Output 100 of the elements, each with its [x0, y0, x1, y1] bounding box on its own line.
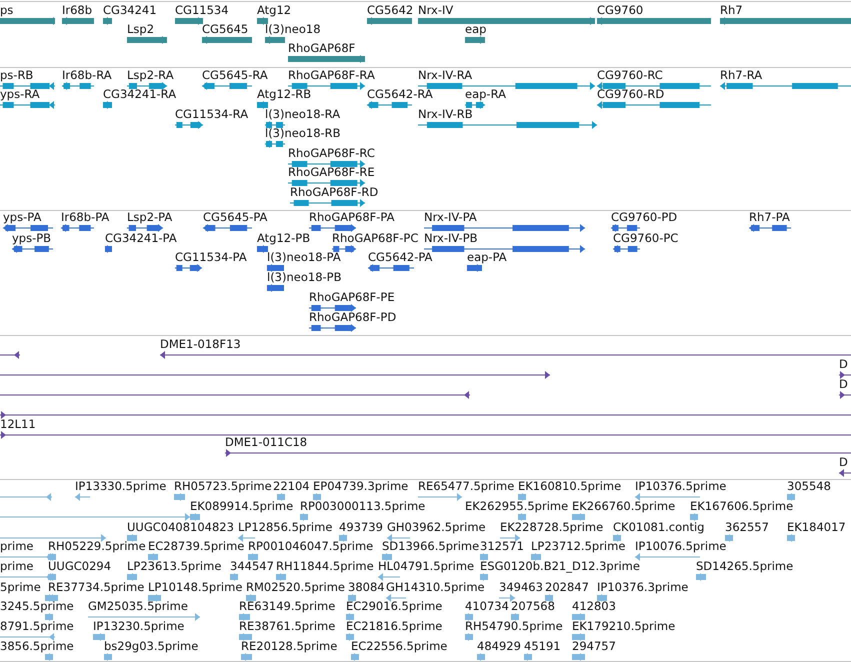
feature-label: l(3)neo18-RB	[265, 127, 341, 140]
feature-label: IP10376.5prime	[635, 480, 726, 493]
feature-label: 349463	[499, 581, 543, 594]
feature-label: 12L11	[0, 418, 36, 431]
feature-label: RP003000113.5prime	[300, 500, 426, 513]
feature-label: CG5642-RA	[367, 88, 433, 101]
feature-label: CG5645-RA	[202, 69, 268, 82]
feature-label: eap-PA	[467, 251, 507, 264]
feature-label: yps-PA	[3, 211, 42, 224]
feature-label: l(3)neo18-PB	[267, 271, 342, 284]
feature-label: 3856.5prime	[0, 640, 74, 653]
feature-label: RM02520.5prime	[246, 581, 345, 594]
feature-label: yps-RA	[0, 88, 40, 101]
feature-label: RE63149.5prime	[239, 600, 336, 613]
feature-label: GH03962.5prime	[387, 521, 486, 534]
feature-label: Nrx-IV-PB	[424, 232, 478, 245]
feature-label: RhoGAP68F-PA	[309, 211, 394, 224]
feature-label: CG34241-PA	[105, 232, 177, 245]
feature-label: UUGC0294	[48, 560, 112, 573]
feature-label: CG11534	[175, 4, 229, 17]
feature-label: CG11534-RA	[175, 108, 248, 121]
feature-label: 412803	[572, 600, 616, 613]
feature-label: RH05723.5prime	[174, 480, 272, 493]
feature-label: RP001046047.5prime	[248, 540, 374, 553]
feature-label: EP04739.3prime	[313, 480, 408, 493]
feature-label: 362557	[725, 521, 769, 534]
feature-label: eap-RA	[465, 88, 506, 101]
feature-label: Nrx-IV	[418, 4, 454, 17]
feature-label: 22104	[273, 480, 310, 493]
feature-label: RhoGAP68F-RE	[288, 166, 375, 179]
feature-label: RhoGAP68F	[288, 42, 356, 55]
feature-label: CG9760-RC	[597, 69, 663, 82]
feature-label: RH05229.5prime	[48, 540, 146, 553]
feature-label: IP10376.3prime	[597, 581, 688, 594]
feature-label: 344547	[230, 560, 274, 573]
feature-label: RhoGAP68F-RA	[288, 69, 375, 82]
feature-label: RE20128.5prime	[241, 640, 338, 653]
feature-label: EC29016.5prime	[346, 600, 442, 613]
feature-label: l(3)neo18-PA	[267, 251, 341, 264]
feature-label: 202847	[545, 581, 589, 594]
feature-label: 484929	[477, 640, 521, 653]
feature-label: CG9760-PC	[613, 232, 678, 245]
feature-label: LP12856.5prime	[238, 521, 332, 534]
feature-label: 493739	[339, 521, 383, 534]
feature-label: RhoGAP68F-PE	[309, 291, 395, 304]
feature-label: GM25035.5prime	[88, 600, 188, 613]
feature-label: EK266760.5prime	[572, 500, 676, 513]
feature-label: ESG0120b.B21_D12.3prime	[480, 560, 640, 573]
feature-label: RhoGAP68F-RD	[290, 186, 378, 199]
feature-label: CK01081.contig	[613, 521, 704, 534]
feature-label: DME1-011C18	[225, 436, 308, 449]
feature-label: EC22556.5prime	[351, 640, 448, 653]
feature-label: LP10148.5prime	[148, 581, 242, 594]
feature-label: Lsp2-RA	[127, 69, 174, 82]
feature-label: CG5645	[202, 23, 248, 36]
feature-label: 305548	[787, 480, 831, 493]
feature-label: RH11844.5prime	[276, 560, 374, 573]
feature-label: 8791.5prime	[0, 620, 74, 633]
feature-label: 3245.5prime	[0, 600, 74, 613]
feature-label: l(3)neo18-RA	[265, 108, 340, 121]
feature-label: Lsp2	[127, 23, 154, 36]
feature-label: EK179210.5prime	[572, 620, 676, 633]
feature-label: EK160810.5prime	[518, 480, 622, 493]
feature-label: EK089914.5prime	[190, 500, 294, 513]
feature-label: EK184017	[787, 521, 846, 534]
feature-label: SD13966.5prime	[382, 540, 480, 553]
feature-label: RhoGAP68F-PD	[309, 311, 396, 324]
feature-label: CG5642	[367, 4, 414, 17]
feature-label: RE38761.5prime	[239, 620, 336, 633]
feature-label: EK167606.5prime	[690, 500, 794, 513]
feature-label: SD14265.5prime	[696, 560, 794, 573]
feature-label: IP10076.5prime	[635, 540, 726, 553]
feature-label: CG9760	[597, 4, 644, 17]
feature-label: RH54790.5prime	[465, 620, 563, 633]
feature-label: Ir68b-RA	[62, 69, 112, 82]
feature-label: D	[839, 358, 848, 371]
feature-label: RhoGAP68F-PC	[332, 232, 418, 245]
feature-label: RE37734.5prime	[48, 581, 144, 594]
feature-label: Nrx-IV-RB	[418, 108, 473, 121]
feature-label: 410734	[465, 600, 509, 613]
feature-label: CG11534-PA	[175, 251, 247, 264]
feature-label: prime	[0, 540, 34, 553]
feature-label: bs29g03.5prime	[104, 640, 198, 653]
feature-label: EC21816.5prime	[346, 620, 442, 633]
feature-label: EK228728.5prime	[500, 521, 604, 534]
feature-label: CG34241	[103, 4, 157, 17]
feature-label: D	[839, 378, 848, 391]
feature-label: LP23712.5prime	[531, 540, 626, 553]
feature-label: GH14310.5prime	[386, 581, 485, 594]
feature-label: RE65477.5prime	[418, 480, 514, 493]
feature-label: HL04791.5prime	[378, 560, 474, 573]
feature-label: IP13230.5prime	[93, 620, 184, 633]
feature-label: Atg12	[257, 4, 292, 17]
feature-label: l(3)neo18	[265, 23, 321, 36]
feature-label: Rh7-RA	[720, 69, 762, 82]
feature-label: LP23613.5prime	[127, 560, 222, 573]
feature-label: 312571	[480, 540, 524, 553]
feature-label: Atg12-PB	[257, 232, 310, 245]
feature-label: Rh7	[720, 4, 743, 17]
feature-label: CG9760-RD	[597, 88, 664, 101]
